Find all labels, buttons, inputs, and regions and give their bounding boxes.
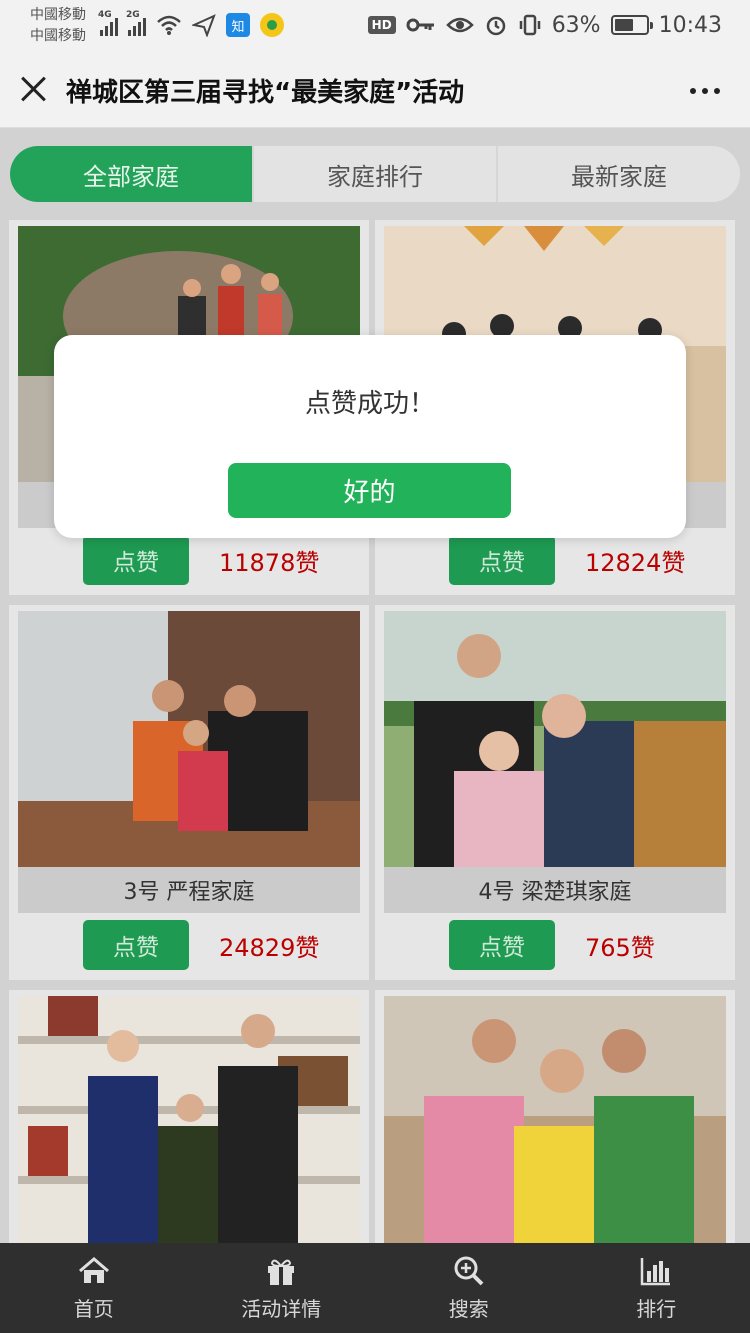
success-dialog: 点赞成功！ 好的 <box>54 335 686 538</box>
nav-home[interactable]: 首页 <box>0 1243 188 1333</box>
nav-ranking[interactable]: 排行 <box>563 1243 750 1333</box>
signal-icon: 4G <box>98 10 118 36</box>
nav-search[interactable]: 搜索 <box>375 1243 563 1333</box>
home-icon <box>78 1256 109 1283</box>
zhihu-app-icon: 知 <box>226 13 250 37</box>
clock: 10:43 <box>658 12 722 38</box>
title-bar: 禅城区第三届寻找“最美家庭”活动 <box>0 52 750 128</box>
eye-icon <box>445 17 474 33</box>
modal-overlay <box>0 128 750 1243</box>
vibrate-icon <box>519 14 540 36</box>
nav-activity-label: 活动详情 <box>241 1296 322 1321</box>
status-bar: 中國移動 中國移動 4G 2G 知 HD 63% 10:43 <box>0 0 750 52</box>
app-notification-icon <box>260 13 284 37</box>
hd-icon: HD <box>367 16 396 34</box>
bottom-nav: 首页 活动详情 搜索 排行 <box>0 1243 750 1333</box>
search-icon <box>454 1256 484 1285</box>
close-icon[interactable] <box>18 74 48 104</box>
nav-search-label: 搜索 <box>448 1296 489 1321</box>
nav-ranking-label: 排行 <box>636 1296 677 1321</box>
status-right-icons: HD 63% 10:43 <box>367 10 722 40</box>
page-title: 禅城区第三届寻找“最美家庭”活动 <box>66 78 465 108</box>
gift-icon <box>268 1259 295 1285</box>
nav-activity-details[interactable]: 活动详情 <box>188 1243 376 1333</box>
carrier-label: 中國移動 <box>30 7 86 23</box>
key-icon <box>406 18 434 32</box>
battery-percent: 63% <box>551 12 601 38</box>
battery-icon <box>610 15 653 35</box>
airplane-icon <box>192 14 216 37</box>
wifi-icon <box>157 15 181 35</box>
dialog-message: 点赞成功！ <box>304 389 435 419</box>
carrier-label: 中國移動 <box>30 28 86 44</box>
signal-icon: 2G <box>126 10 146 36</box>
bar-chart-icon <box>641 1257 671 1285</box>
status-left-icons: 4G 2G 知 <box>98 10 284 40</box>
alarm-icon <box>486 16 505 36</box>
nav-home-label: 首页 <box>73 1296 114 1321</box>
more-menu-icon[interactable] <box>690 88 720 94</box>
ok-button[interactable]: 好的 <box>228 463 511 518</box>
